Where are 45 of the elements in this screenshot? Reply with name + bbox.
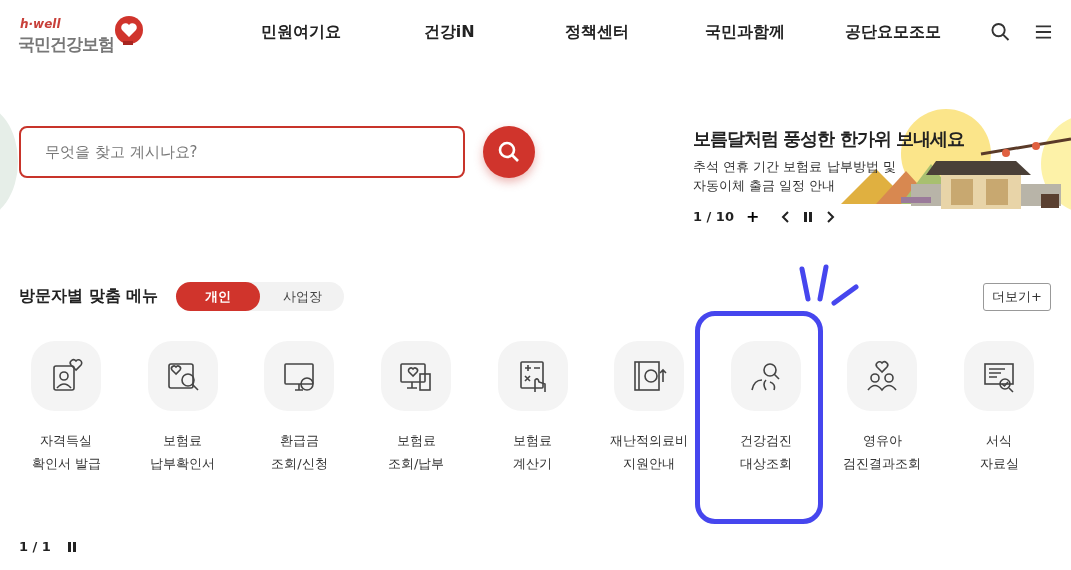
menu-item-label[interactable]: 재난적의료비 지원안내	[610, 429, 689, 475]
menu-icon-tile[interactable]	[147, 341, 218, 411]
menu-icon[interactable]	[1034, 22, 1053, 42]
banner-title: 보름달처럼 풍성한 한가위 보내세요	[693, 127, 965, 151]
sparkle-lines	[797, 263, 862, 307]
next-icon[interactable]	[825, 210, 836, 223]
menu-item-label[interactable]: 보험료 납부확인서	[150, 429, 216, 475]
tab[interactable]: 사업장	[260, 282, 345, 311]
nav-link[interactable]: 국민과함께	[671, 21, 820, 43]
menu-icon-tile[interactable]	[264, 341, 335, 411]
nav-link[interactable]: 민원여기요	[227, 21, 376, 43]
menu-item-label[interactable]: 환급금 조회/신청	[271, 429, 328, 475]
nav-link[interactable]: 공단요모조모	[819, 21, 968, 43]
menu-item-label[interactable]: 서식 자료실	[979, 429, 1019, 475]
slide-counter: 1 / 10	[693, 209, 734, 224]
heart-logo-icon	[113, 15, 145, 47]
tab[interactable]: 개인	[176, 282, 261, 311]
nav-link[interactable]: 건강iN	[375, 21, 524, 43]
pause-icon[interactable]	[803, 210, 814, 223]
menu-icon-tile[interactable]	[497, 341, 568, 411]
menu-item-label[interactable]: 자격득실 확인서 발급	[31, 429, 101, 475]
page-counter: 1 / 1	[19, 539, 51, 554]
menu-item-label[interactable]: 영유아 검진결과조회	[843, 429, 922, 475]
search-button[interactable]	[483, 126, 535, 178]
menu-item-label[interactable]: 건강검진 대상조회	[739, 429, 792, 475]
menu-icon-tile[interactable]	[381, 341, 452, 411]
menu-item-label[interactable]: 보험료 조회/납부	[387, 429, 445, 475]
previous-icon[interactable]	[781, 210, 792, 223]
menu-item-label[interactable]: 보험료 계산기	[513, 429, 553, 475]
search-icon	[497, 140, 521, 164]
menu-icon-tile[interactable]	[847, 341, 918, 411]
logo-name[interactable]: 국민건강보험	[18, 33, 114, 56]
pause-icon[interactable]	[66, 540, 77, 553]
search-field[interactable]: 무엇을 찾고 계시나요?	[19, 126, 465, 178]
menu-icon-tile[interactable]	[730, 341, 801, 411]
more-button[interactable]: 더보기+	[983, 282, 1051, 311]
search-icon[interactable]	[991, 22, 1011, 42]
section-title: 방문자별 맞춤 메뉴	[19, 286, 159, 307]
banner-text: 추석 연휴 기간 보험료 납부방법 및 자동이체 출금 일정 안내	[693, 158, 897, 195]
menu-icon-tile[interactable]	[964, 341, 1035, 411]
menu-icon-tile[interactable]	[614, 341, 685, 411]
logo-tagline: h·well	[20, 17, 61, 31]
add-button[interactable]: +	[745, 207, 760, 226]
nav-link[interactable]: 정책센터	[523, 21, 672, 43]
menu-icon-tile[interactable]	[31, 341, 102, 411]
